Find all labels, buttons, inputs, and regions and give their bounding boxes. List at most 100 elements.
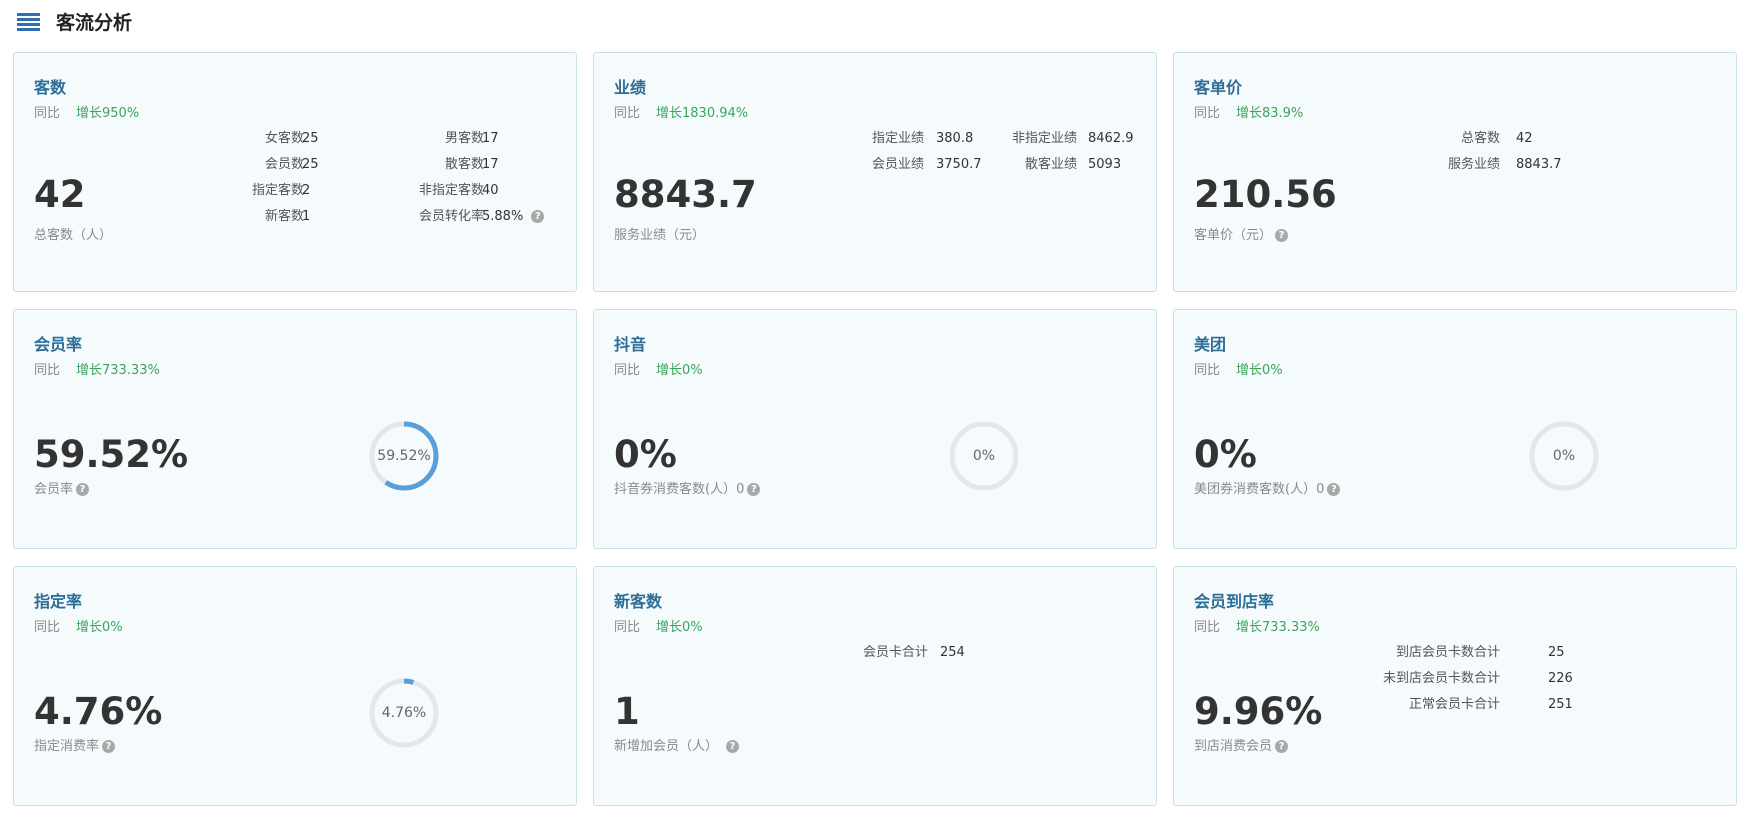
card-customers: 客数 同比 增长950% 女客数 25 男客数 17 会员数 25 散客数 17… <box>13 52 577 292</box>
sub-label: 新增加会员（人）? <box>614 738 740 756</box>
stat-value-walkin-perf: 5093 <box>1088 157 1122 172</box>
card-member-visit-rate: 会员到店率 同比 增长733.33% 到店会员卡数合计 25 未到店会员卡数合计… <box>1173 566 1737 806</box>
conversion-value-text: 5.88% <box>482 209 524 224</box>
stat-label-walkin: 散客数 <box>444 157 484 172</box>
yoy-value: 增长0% <box>656 363 703 378</box>
card-title: 业绩 <box>614 78 647 97</box>
stat-label-female: 女客数 <box>264 131 304 146</box>
progress-ring: 0% <box>1528 420 1600 492</box>
stat-value-member-cards: 254 <box>940 645 965 660</box>
page-title: 客流分析 <box>56 12 133 34</box>
big-value: 9.96% <box>1194 690 1323 733</box>
sub-label-text: 会员率 <box>34 482 74 497</box>
stat-label-normal-cards: 正常会员卡合计 <box>1408 697 1500 712</box>
yoy-value: 增长733.33% <box>76 363 160 378</box>
card-douyin: 抖音 同比 增长0% 0% 抖音券消费客数(人）0? 0% <box>593 309 1157 549</box>
yoy-label: 同比 <box>614 620 641 635</box>
card-title: 会员率 <box>34 335 83 354</box>
stat-value-conversion: 5.88%? <box>482 208 545 226</box>
card-title: 抖音 <box>614 335 647 354</box>
help-icon[interactable]: ? <box>726 740 740 753</box>
sub-label: 服务业绩（元） <box>614 228 706 243</box>
card-title: 会员到店率 <box>1194 592 1275 611</box>
big-value: 8843.7 <box>614 173 757 216</box>
help-icon[interactable]: ? <box>1275 740 1289 753</box>
yoy-label: 同比 <box>1194 106 1221 121</box>
card-title: 美团 <box>1194 335 1227 354</box>
card-title: 客数 <box>34 78 67 97</box>
stat-value-designated-perf: 380.8 <box>936 131 974 146</box>
stat-value-designated: 2 <box>302 183 311 198</box>
progress-ring: 0% <box>948 420 1020 492</box>
stat-label-new: 新客数 <box>264 209 304 224</box>
help-icon[interactable]: ? <box>1275 229 1289 242</box>
stat-label-service-perf: 服务业绩 <box>1447 157 1500 172</box>
sub-label: 指定消费率? <box>34 738 116 756</box>
stat-label-member-perf: 会员业绩 <box>871 157 924 172</box>
stat-value-female: 25 <box>302 131 319 146</box>
ring-text: 4.76% <box>381 705 427 721</box>
help-icon[interactable]: ? <box>531 210 545 223</box>
sub-label: 到店消费会员? <box>1194 738 1289 756</box>
yoy-label: 同比 <box>614 106 641 121</box>
card-member-rate: 会员率 同比 增长733.33% 59.52% 会员率? 59.52% <box>13 309 577 549</box>
sub-label: 抖音券消费客数(人）0? <box>614 481 761 499</box>
sub-label-text: 指定消费率 <box>34 739 100 754</box>
yoy-value: 增长0% <box>1236 363 1283 378</box>
card-title: 新客数 <box>614 592 663 611</box>
yoy-label: 同比 <box>34 106 61 121</box>
stat-label-designated-perf: 指定业绩 <box>871 131 924 146</box>
ring-text: 0% <box>1552 448 1576 464</box>
stat-label-total-customers: 总客数 <box>1460 131 1500 146</box>
yoy-value: 增长0% <box>656 620 703 635</box>
yoy-value: 增长83.9% <box>1236 106 1304 121</box>
stat-label-conversion: 会员转化率 <box>418 209 484 224</box>
ring-text: 59.52% <box>377 448 431 464</box>
stat-value-member-perf: 3750.7 <box>936 157 982 172</box>
stat-label-visited-cards: 到店会员卡数合计 <box>1395 645 1500 660</box>
sub-label-text: 抖音券消费客数(人）0 <box>614 482 745 497</box>
big-value: 42 <box>34 173 86 216</box>
sub-label: 美团券消费客数(人）0? <box>1194 481 1341 499</box>
progress-ring: 4.76% <box>368 677 440 749</box>
yoy-value: 增长950% <box>76 106 140 121</box>
stat-value-service-perf: 8843.7 <box>1516 157 1562 172</box>
stat-value-members: 25 <box>302 157 319 172</box>
big-value: 1 <box>614 690 640 733</box>
help-icon[interactable]: ? <box>747 483 761 496</box>
yoy-label: 同比 <box>614 363 641 378</box>
stat-label-member-cards: 会员卡合计 <box>862 645 928 660</box>
stat-value-total-customers: 42 <box>1516 131 1533 146</box>
yoy-label: 同比 <box>34 620 61 635</box>
stat-value-non-designated: 40 <box>482 183 499 198</box>
yoy-value: 增长1830.94% <box>656 106 749 121</box>
stat-label-designated: 指定客数 <box>251 183 304 198</box>
stat-label-members: 会员数 <box>264 157 304 172</box>
stat-label-male: 男客数 <box>444 131 484 146</box>
stat-value-non-designated-perf: 8462.9 <box>1088 131 1134 146</box>
card-meituan: 美团 同比 增长0% 0% 美团券消费客数(人）0? 0% <box>1173 309 1737 549</box>
help-icon[interactable]: ? <box>102 740 116 753</box>
big-value: 0% <box>1194 433 1257 476</box>
page-header: 客流分析 <box>0 0 1751 46</box>
card-unit-price: 客单价 同比 增长83.9% 总客数 42 服务业绩 8843.7 210.56… <box>1173 52 1737 292</box>
sub-label-text: 客单价（元） <box>1194 228 1273 243</box>
yoy-label: 同比 <box>1194 620 1221 635</box>
yoy-value: 增长733.33% <box>1236 620 1320 635</box>
stat-value-normal-cards: 251 <box>1548 697 1573 712</box>
sub-label-text: 美团券消费客数(人）0 <box>1194 482 1325 497</box>
sub-label-text: 到店消费会员 <box>1194 739 1273 754</box>
yoy-label: 同比 <box>1194 363 1221 378</box>
stat-value-visited-cards: 25 <box>1548 645 1565 660</box>
yoy-label: 同比 <box>34 363 61 378</box>
stat-label-walkin-perf: 散客业绩 <box>1024 157 1077 172</box>
menu-icon[interactable] <box>17 13 40 32</box>
help-icon[interactable]: ? <box>1327 483 1341 496</box>
stat-label-non-designated: 非指定客数 <box>418 183 484 198</box>
ring-text: 0% <box>972 448 996 464</box>
big-value: 59.52% <box>34 433 189 476</box>
stat-value-male: 17 <box>482 131 499 146</box>
stat-label-not-visited-cards: 未到店会员卡数合计 <box>1382 671 1500 686</box>
sub-label-text: 新增加会员（人） <box>614 739 719 754</box>
help-icon[interactable]: ? <box>76 483 90 496</box>
